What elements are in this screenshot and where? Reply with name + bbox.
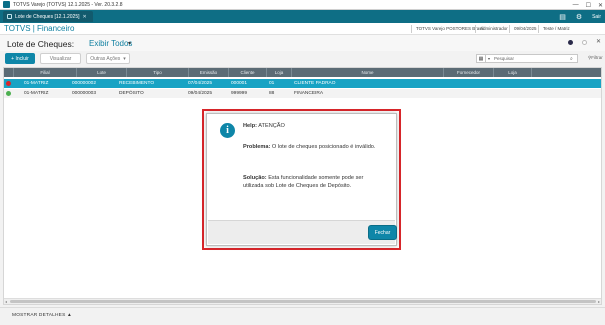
help-dialog: i Help: ATENÇÃO Problema: O lote de cheq… <box>206 113 397 246</box>
problem-line: Problema: O lote de cheques posicionado … <box>243 144 375 150</box>
problem-value: O lote de cheques posicionado é inválido… <box>271 144 376 150</box>
solution-line: Solução: Esta funcionalidade somente pod… <box>243 175 363 181</box>
help-value: ATENÇÃO <box>258 123 285 129</box>
help-key: Help: <box>243 123 257 129</box>
close-dialog-button[interactable]: Fechar <box>369 226 396 239</box>
dialog-body: i Help: ATENÇÃO Problema: O lote de cheq… <box>208 115 395 219</box>
info-icon: i <box>220 123 235 138</box>
solution-value-line2: utilizada sob Lote de Cheques de Depósit… <box>243 183 352 189</box>
help-line: Help: ATENÇÃO <box>243 123 285 129</box>
solution-value-line1: Esta funcionalidade somente pode ser <box>268 175 364 181</box>
dialog-footer: Fechar <box>208 220 396 244</box>
dialog-overlay: i Help: ATENÇÃO Problema: O lote de cheq… <box>0 0 605 325</box>
solution-key: Solução: <box>243 175 267 181</box>
app-window: TOTVS Varejo (TOTVS) 12.1.2025 - Ver. 20… <box>0 0 605 325</box>
problem-key: Problema: <box>243 144 271 150</box>
